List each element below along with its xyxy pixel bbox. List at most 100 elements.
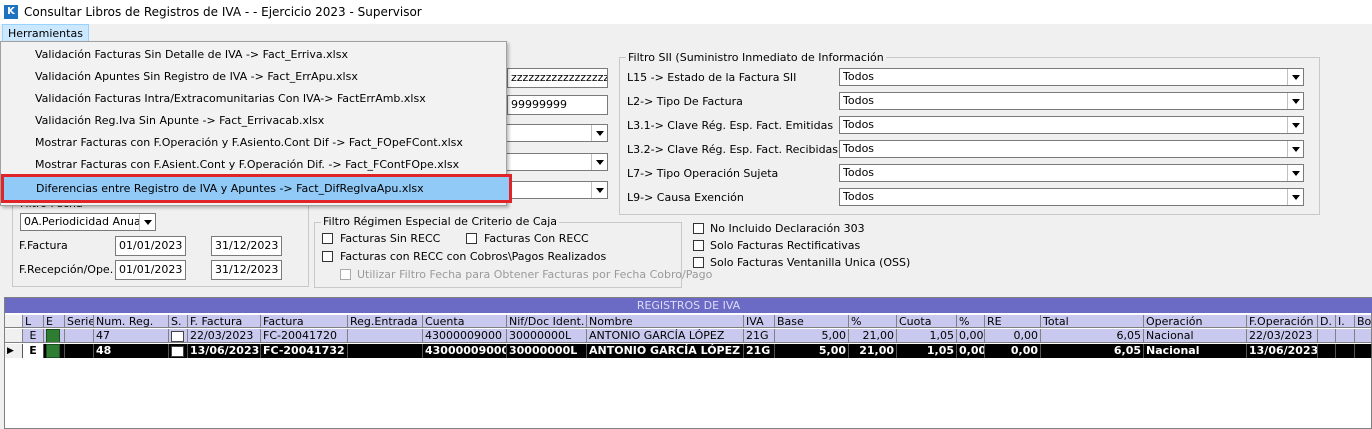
cell-d[interactable] <box>1318 344 1336 358</box>
cell-f-factura[interactable]: 13/06/2023 <box>188 344 261 358</box>
cell-re[interactable]: 0,00 <box>985 344 1041 358</box>
cell-pct-re[interactable]: 0,00 <box>957 344 985 358</box>
periodicidad-select[interactable]: 0A.Periodicidad Anual <box>20 213 156 231</box>
header-num-reg[interactable]: Num. Reg. <box>94 315 169 328</box>
cell-pct-iva[interactable]: 21,00 <box>849 344 897 358</box>
cell-serie[interactable] <box>65 329 94 343</box>
cell-i[interactable] <box>1336 329 1355 343</box>
header-cuenta[interactable]: Cuenta <box>423 315 507 328</box>
header-nombre[interactable]: Nombre <box>587 315 744 328</box>
cell-reg-entrada[interactable] <box>348 329 423 343</box>
cell-base[interactable]: 5,00 <box>775 329 849 343</box>
sii-select-estado[interactable]: Todos <box>839 68 1304 86</box>
recc-sin-checkbox[interactable] <box>322 233 333 244</box>
row-indicator[interactable] <box>5 329 23 343</box>
cell-iva[interactable]: 21G <box>744 344 775 358</box>
sii-select-tipo[interactable]: Todos <box>839 92 1304 110</box>
cell-d[interactable] <box>1318 329 1336 343</box>
menu-item-validacion-apuntes[interactable]: Validación Apuntes Sin Registro de IVA -… <box>3 67 502 87</box>
cell-image[interactable] <box>44 344 65 358</box>
cell-num-reg[interactable]: 47 <box>94 329 169 343</box>
cell-cuota[interactable]: 1,05 <box>897 329 957 343</box>
menu-item-validacion-intra[interactable]: Validación Facturas Intra/Extracomunitar… <box>3 89 502 109</box>
cell-cuota[interactable]: 1,05 <box>897 344 957 358</box>
cell-serie[interactable] <box>65 344 94 358</box>
sii-select-emitidas[interactable]: Todos <box>839 116 1304 134</box>
frecepcion-from-input[interactable]: 01/01/2023 <box>115 260 186 280</box>
cell-nif[interactable]: 30000000L <box>507 329 587 343</box>
recc-con-checkbox[interactable] <box>466 233 477 244</box>
cell-bo[interactable] <box>1355 344 1372 358</box>
header-d[interactable]: D. <box>1318 315 1336 328</box>
cell-image[interactable] <box>44 329 65 343</box>
header-bo[interactable]: Bo <box>1355 315 1372 328</box>
menu-item-validacion-reg-iva[interactable]: Validación Reg.Iva Sin Apunte -> Fact_Er… <box>3 111 502 131</box>
sii-select-sujeta[interactable]: Todos <box>839 164 1304 182</box>
cell-f-operacion[interactable]: 13/06/2023 <box>1247 344 1318 358</box>
recc-cobros-checkbox[interactable] <box>322 251 333 262</box>
cell-pct-iva[interactable]: 21,00 <box>849 329 897 343</box>
cell-cuenta[interactable]: 43000009000 <box>423 329 507 343</box>
header-pct-re[interactable]: % <box>957 315 985 328</box>
recc-utilizar-checkbox[interactable] <box>340 269 351 280</box>
header-e[interactable]: E <box>44 315 65 328</box>
cell-f-factura[interactable]: 22/03/2023 <box>188 329 261 343</box>
header-f-operacion[interactable]: F.Operación <box>1247 315 1318 328</box>
header-re[interactable]: RE <box>985 315 1041 328</box>
header-nif[interactable]: Nif/Doc Ident. <box>507 315 587 328</box>
no303-checkbox[interactable] <box>693 223 704 234</box>
cell-i[interactable] <box>1336 344 1355 358</box>
cell-e[interactable]: E <box>23 329 44 343</box>
header-i[interactable]: I. <box>1336 315 1355 328</box>
cell-s[interactable] <box>169 344 188 358</box>
ffactura-to-input[interactable]: 31/12/2023 <box>211 236 282 256</box>
partial-input-2[interactable]: 99999999 <box>507 95 608 115</box>
partial-select-2[interactable] <box>490 153 608 171</box>
header-factura[interactable]: Factura <box>261 315 348 328</box>
menu-item-fcont-fope[interactable]: Mostrar Facturas con F.Asient.Cont y F.O… <box>3 155 502 175</box>
menu-item-fope-fcont[interactable]: Mostrar Facturas con F.Operación y F.Asi… <box>3 133 502 153</box>
sii-select-recibidas[interactable]: Todos <box>839 140 1304 158</box>
cell-cuenta[interactable]: 43000009000 <box>423 344 507 358</box>
header-s[interactable]: S. <box>169 315 188 328</box>
header-operacion[interactable]: Operación <box>1144 315 1247 328</box>
cell-factura[interactable]: FC-20041720 <box>261 329 348 343</box>
row-indicator-arrow[interactable]: ▶ <box>5 344 23 358</box>
header-l[interactable]: L <box>23 315 44 328</box>
cell-iva[interactable]: 21G <box>744 329 775 343</box>
menu-item-validacion-sin-detalle[interactable]: Validación Facturas Sin Detalle de IVA -… <box>3 45 502 65</box>
cell-num-reg[interactable]: 48 <box>94 344 169 358</box>
cell-s[interactable] <box>169 329 188 343</box>
cell-total[interactable]: 6,05 <box>1041 344 1144 358</box>
header-serie[interactable]: Serie <box>65 315 94 328</box>
cell-e[interactable]: E <box>23 344 44 358</box>
oss-checkbox[interactable] <box>693 257 704 268</box>
cell-total[interactable]: 6,05 <box>1041 329 1144 343</box>
partial-select-1[interactable] <box>490 124 608 142</box>
header-base[interactable]: Base <box>775 315 849 328</box>
header-f-factura[interactable]: F. Factura <box>188 315 261 328</box>
ffactura-from-input[interactable]: 01/01/2023 <box>115 236 186 256</box>
cell-reg-entrada[interactable] <box>348 344 423 358</box>
sii-select-exencion[interactable]: Todos <box>839 188 1304 206</box>
cell-re[interactable]: 0,00 <box>985 329 1041 343</box>
cell-operacion[interactable]: Nacional <box>1144 329 1247 343</box>
header-cuota[interactable]: Cuota <box>897 315 957 328</box>
cell-factura[interactable]: FC-20041732 <box>261 344 348 358</box>
cell-nombre[interactable]: ANTONIO GARCÍA LÓPEZ <box>587 344 744 358</box>
cell-operacion[interactable]: Nacional <box>1144 344 1247 358</box>
header-reg-entrada[interactable]: Reg.Entrada <box>348 315 423 328</box>
header-iva[interactable]: IVA <box>744 315 775 328</box>
cell-nif[interactable]: 30000000L <box>507 344 587 358</box>
cell-nombre[interactable]: ANTONIO GARCÍA LÓPEZ <box>587 329 744 343</box>
cell-bo[interactable] <box>1355 329 1372 343</box>
cell-base[interactable]: 5,00 <box>775 344 849 358</box>
partial-input-1[interactable]: zzzzzzzzzzzzzzzzzzz <box>507 68 608 88</box>
header-pct-iva[interactable]: % <box>849 315 897 328</box>
header-total[interactable]: Total <box>1041 315 1144 328</box>
menu-item-diferencias[interactable]: Diferencias entre Registro de IVA y Apun… <box>1 174 512 203</box>
frecepcion-to-input[interactable]: 31/12/2023 <box>211 260 282 280</box>
cell-pct-re[interactable]: 0,00 <box>957 329 985 343</box>
rectificativas-checkbox[interactable] <box>693 240 704 251</box>
cell-f-operacion[interactable]: 22/03/2023 <box>1247 329 1318 343</box>
